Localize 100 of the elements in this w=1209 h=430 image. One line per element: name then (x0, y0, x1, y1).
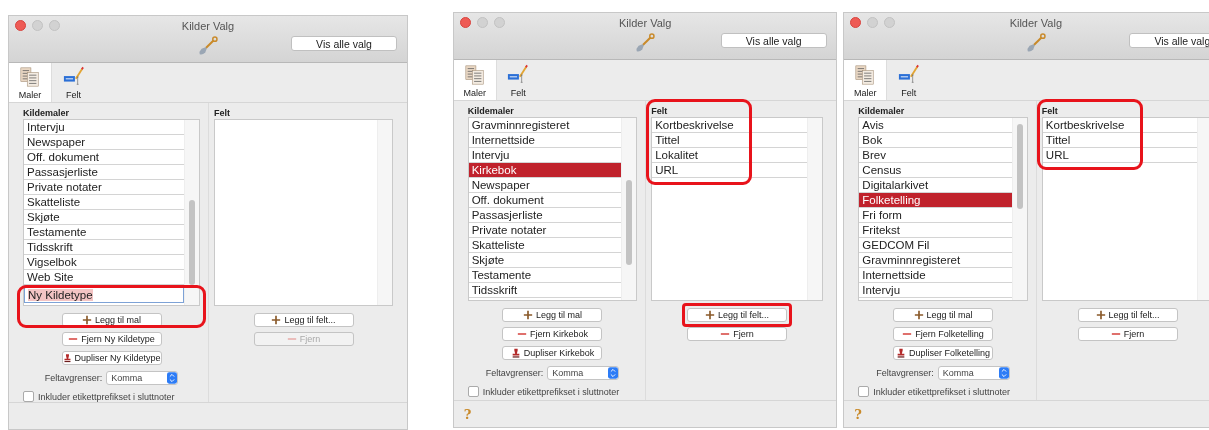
delimiter-dropdown[interactable]: Komma (937, 366, 1010, 380)
field-item[interactable]: URL (652, 163, 807, 178)
minimize-icon[interactable] (476, 17, 488, 28)
plus-icon (913, 310, 924, 320)
field-item[interactable]: Tittel (652, 133, 807, 148)
template-item[interactable]: Bok (859, 133, 1012, 148)
template-item[interactable]: Off. dokument (24, 150, 184, 166)
stepper-icon (167, 371, 178, 386)
template-item[interactable]: Folketelling (859, 193, 1012, 208)
stepper-icon (998, 366, 1009, 380)
zoom-icon[interactable] (884, 17, 896, 28)
template-item[interactable]: Passasjerliste (468, 208, 622, 223)
scrollbar-track[interactable] (1197, 118, 1209, 300)
close-icon[interactable] (459, 17, 471, 28)
checkbox-label: Inkluder etikettprefikset i sluttnoter (873, 386, 1010, 397)
close-icon[interactable] (15, 20, 26, 31)
template-item[interactable]: Tidsskrift (24, 240, 184, 256)
zoom-icon[interactable] (49, 20, 60, 31)
template-item[interactable]: Gravminnregisteret (859, 253, 1012, 268)
plus-icon (82, 315, 92, 326)
action-button[interactable]: Dupliser Folketelling (893, 346, 994, 360)
toolbar-tab[interactable]: Felt (887, 60, 931, 100)
field-item[interactable]: Kortbeskrivelse (652, 118, 807, 133)
action-button[interactable]: Legg til mal (893, 308, 994, 322)
toolbar-tab[interactable]: Maler (453, 60, 497, 100)
template-item[interactable]: Testamente (468, 268, 622, 283)
action-button[interactable]: Fjern Kirkebok (502, 327, 603, 341)
action-button[interactable]: Fjern (1077, 327, 1178, 341)
stamp-icon (62, 353, 72, 364)
action-button[interactable]: Dupliser Ny Kildetype (61, 351, 162, 366)
scrollbar-thumb[interactable] (626, 180, 633, 265)
template-item[interactable]: Newspaper (468, 178, 622, 193)
scrollbar-track[interactable] (377, 120, 392, 306)
template-item[interactable]: Passasjerliste (24, 165, 184, 181)
toolbar-tab[interactable]: Felt (496, 60, 540, 100)
checkbox[interactable] (467, 386, 479, 397)
delimiter-dropdown[interactable]: Komma (106, 371, 179, 386)
zoom-icon[interactable] (493, 17, 505, 28)
toolbar-tab[interactable]: Maler (9, 62, 52, 103)
show-all-button[interactable]: Vis alle valg (720, 33, 827, 48)
template-item[interactable]: Intervju (468, 148, 622, 163)
document-icon (19, 66, 41, 89)
scrollbar-thumb[interactable] (189, 200, 195, 286)
field-item[interactable]: Tittel (1042, 133, 1198, 148)
action-button[interactable]: Dupliser Kirkebok (502, 346, 603, 360)
template-item[interactable]: Fri form (859, 208, 1012, 223)
delimiter-dropdown[interactable]: Komma (547, 366, 620, 380)
template-item[interactable]: Skatteliste (468, 238, 622, 253)
toolbar-tab[interactable]: Felt (52, 62, 95, 103)
checkbox[interactable] (858, 386, 870, 397)
template-item[interactable]: Newspaper (24, 135, 184, 151)
text-edit-icon (507, 64, 530, 86)
minimize-icon[interactable] (867, 17, 879, 28)
template-item[interactable]: Brev (859, 148, 1012, 163)
template-item[interactable]: Tidsskrift (468, 283, 622, 298)
action-button[interactable]: Legg til felt... (253, 313, 354, 328)
template-item[interactable]: Digitalarkivet (859, 178, 1012, 193)
template-item[interactable]: Gravminnregisteret (468, 118, 622, 133)
template-item[interactable]: Census (859, 163, 1012, 178)
template-item[interactable]: Private notater (24, 180, 184, 196)
template-item[interactable]: Private notater (468, 223, 622, 238)
template-item[interactable]: Intervju (24, 120, 184, 136)
scrollbar-thumb[interactable] (1016, 124, 1023, 209)
template-item[interactable]: Intervju (859, 283, 1012, 298)
checkbox[interactable] (23, 391, 34, 403)
template-item[interactable]: Kirkebok (468, 163, 622, 178)
close-icon[interactable] (850, 17, 862, 28)
template-item[interactable]: Avis (859, 118, 1012, 133)
toolbar-tab[interactable]: Maler (844, 60, 888, 100)
template-item[interactable]: Testamente (24, 225, 184, 241)
show-all-button[interactable]: Vis alle valg (291, 36, 397, 51)
checkbox-label: Inkluder etikettprefikset i sluttnoter (38, 391, 175, 402)
show-all-button[interactable]: Vis alle valg (1129, 33, 1209, 48)
template-item[interactable]: Vigselbok (24, 255, 184, 271)
scrollbar-track[interactable] (806, 118, 822, 300)
template-item[interactable]: Internettside (859, 268, 1012, 283)
delimiter-label: Feltavgrenser: (44, 373, 103, 384)
checkbox-label: Inkluder etikettprefikset i sluttnoter (482, 386, 620, 397)
action-button[interactable]: Fjern (686, 327, 787, 341)
action-button[interactable]: Legg til mal (502, 308, 603, 322)
template-item[interactable]: Fritekst (859, 223, 1012, 238)
field-item[interactable]: URL (1042, 148, 1198, 163)
action-button[interactable]: Legg til felt... (686, 308, 787, 322)
template-item[interactable]: Skatteliste (24, 195, 184, 211)
window-title: Kilder Valg (181, 20, 235, 32)
action-button[interactable]: Legg til felt... (1077, 308, 1178, 322)
template-item[interactable]: Internettside (468, 133, 622, 148)
action-button[interactable]: Fjern Folketelling (893, 327, 994, 341)
field-item[interactable]: Kortbeskrivelse (1042, 118, 1198, 133)
template-item[interactable]: Off. dokument (468, 193, 622, 208)
template-item[interactable]: Skjøte (468, 253, 622, 268)
template-item[interactable]: Skjøte (24, 210, 184, 226)
minimize-icon[interactable] (32, 20, 43, 31)
scrollbar-track[interactable] (184, 120, 199, 306)
action-button[interactable]: Fjern Ny Kildetype (61, 332, 162, 347)
template-item[interactable]: Web Site (24, 270, 184, 286)
plus-icon (522, 310, 533, 320)
field-item[interactable]: Lokalitet (652, 148, 807, 163)
template-item[interactable]: GEDCOM Fil (859, 238, 1012, 253)
scrollbar-track[interactable] (621, 118, 637, 300)
